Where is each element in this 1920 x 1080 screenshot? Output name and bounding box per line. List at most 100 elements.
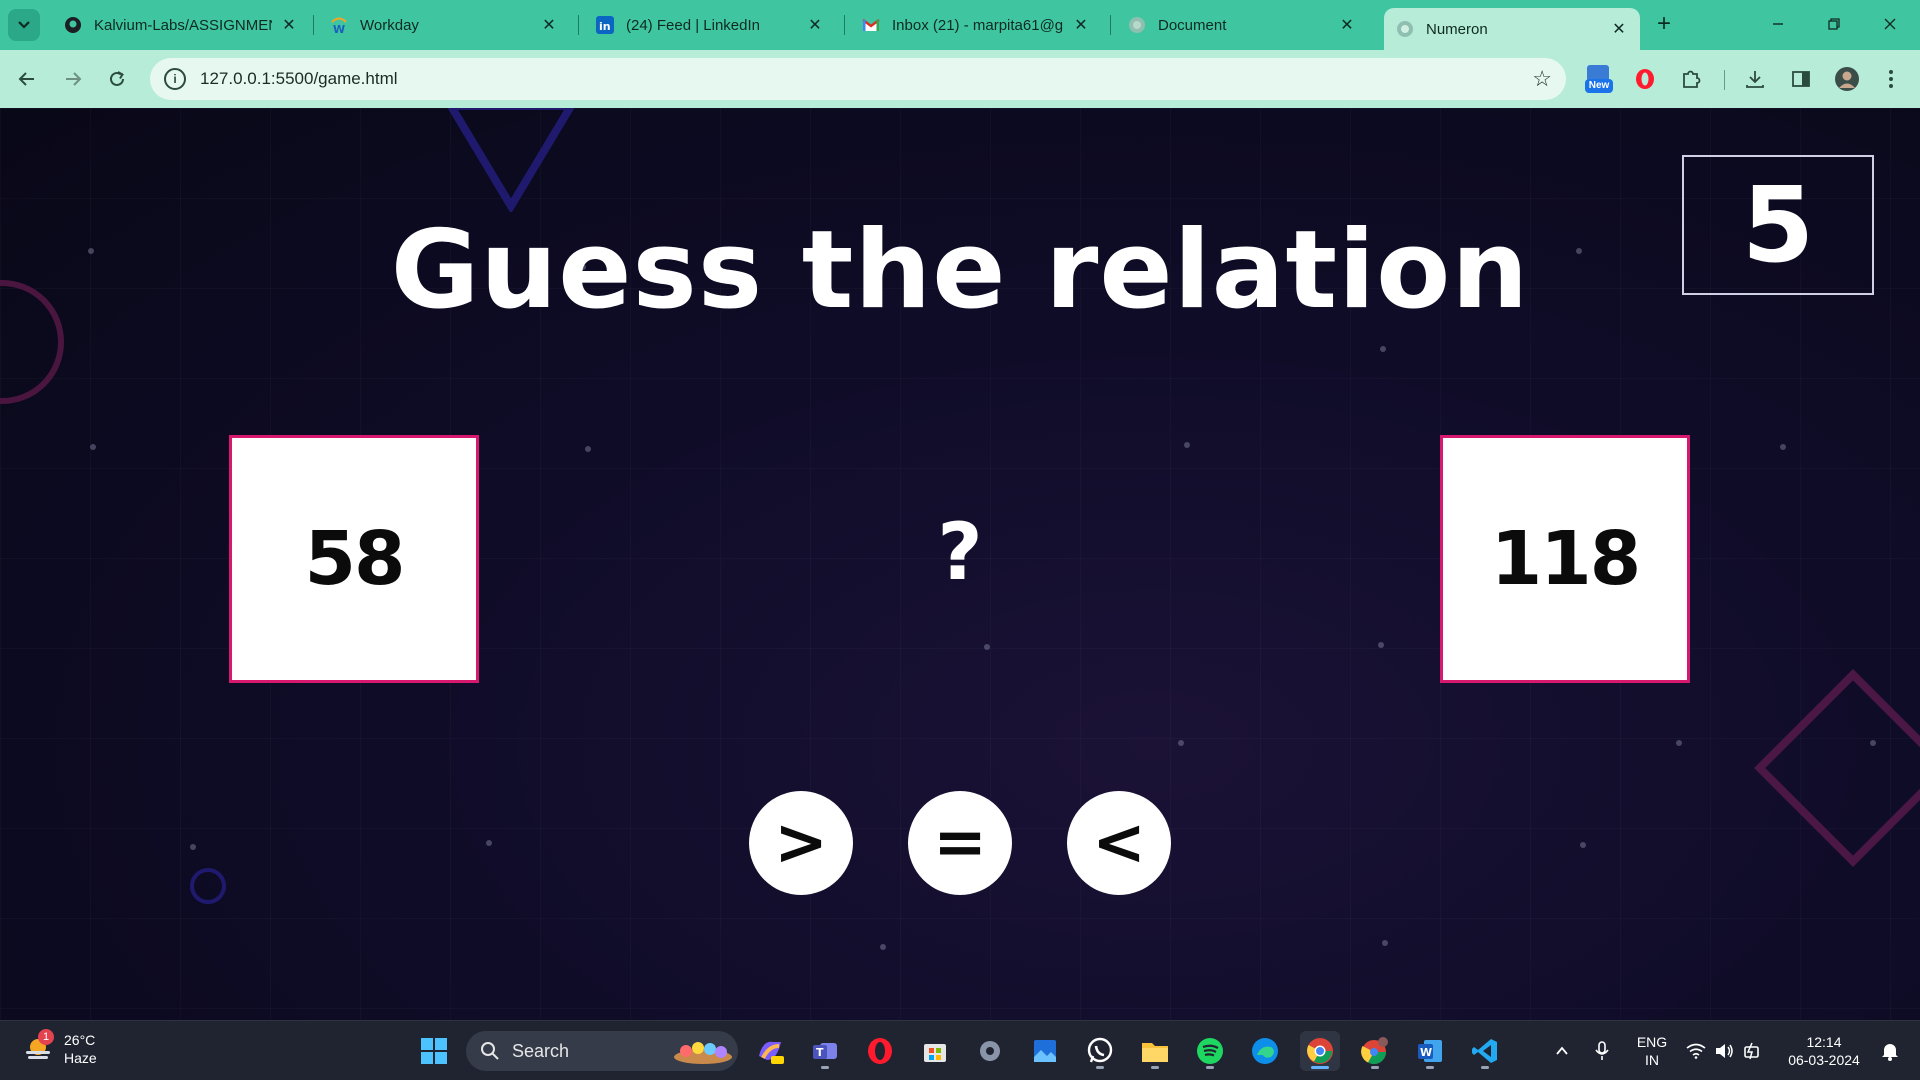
tab-document[interactable]: Document ✕: [1116, 8, 1368, 42]
bookmark-star-icon[interactable]: ☆: [1532, 66, 1552, 92]
taskbar-app-vscode[interactable]: [1465, 1031, 1505, 1071]
tab-linkedin[interactable]: in (24) Feed | LinkedIn ✕: [584, 8, 836, 42]
weather-temperature: 26°C: [64, 1032, 96, 1048]
less-than-button[interactable]: <: [1067, 791, 1171, 895]
profile-button[interactable]: [1830, 62, 1864, 96]
windows-taskbar: 1 26°C Haze Search T W ENG IN 12:14 06-0…: [0, 1020, 1920, 1080]
decorative-triangle: [447, 108, 575, 212]
close-icon[interactable]: ✕: [280, 16, 298, 34]
running-indicator: [1096, 1066, 1104, 1069]
back-button[interactable]: [10, 62, 44, 96]
volume-status[interactable]: [1712, 1039, 1736, 1063]
taskbar-app-whatsapp[interactable]: [1080, 1031, 1120, 1071]
globe-icon: [1396, 20, 1414, 38]
whatsapp-icon: [1087, 1037, 1113, 1063]
equal-button[interactable]: =: [908, 791, 1012, 895]
svg-text:T: T: [816, 1046, 824, 1059]
background-dot: [486, 840, 492, 846]
opera-extension-button[interactable]: [1628, 62, 1662, 96]
battery-status[interactable]: [1740, 1039, 1764, 1063]
taskbar-search[interactable]: Search: [466, 1031, 738, 1071]
tab-numeron[interactable]: Numeron ✕: [1384, 8, 1640, 50]
background-dot: [1580, 842, 1586, 848]
start-button[interactable]: [414, 1031, 454, 1071]
greater-than-button[interactable]: >: [749, 791, 853, 895]
minimize-icon: [1773, 23, 1783, 25]
taskbar-app-settings[interactable]: [970, 1031, 1010, 1071]
toolbar-divider: [1724, 70, 1725, 90]
new-tab-button[interactable]: +: [1650, 10, 1678, 38]
puzzle-icon: [1683, 70, 1701, 88]
chevron-down-icon: [18, 21, 30, 29]
tray-overflow-button[interactable]: [1550, 1039, 1574, 1063]
spotify-icon: [1197, 1038, 1223, 1064]
wifi-icon: [1686, 1043, 1706, 1059]
running-indicator: [1311, 1066, 1329, 1069]
microphone-button[interactable]: [1590, 1039, 1614, 1063]
reload-button[interactable]: [100, 62, 134, 96]
plus-icon: +: [1656, 10, 1671, 37]
language-indicator[interactable]: ENG IN: [1628, 1033, 1676, 1069]
linkedin-icon: in: [596, 16, 614, 34]
weather-widget[interactable]: 1 26°C Haze: [22, 1029, 97, 1067]
notification-button[interactable]: [1878, 1039, 1902, 1063]
close-icon[interactable]: ✕: [540, 16, 558, 34]
clock[interactable]: 12:14 06-03-2024: [1776, 1033, 1872, 1069]
taskbar-app-opera[interactable]: [860, 1031, 900, 1071]
close-icon[interactable]: ✕: [1072, 16, 1090, 34]
wifi-status[interactable]: [1684, 1039, 1708, 1063]
restore-icon: [1828, 18, 1840, 30]
teams-icon: T: [813, 1043, 837, 1059]
extension-badge-label: New: [1588, 80, 1610, 91]
tab-github[interactable]: Kalvium-Labs/ASSIGNMEN ✕: [52, 8, 310, 42]
close-icon[interactable]: ✕: [1338, 16, 1356, 34]
close-window-button[interactable]: [1868, 8, 1912, 40]
reload-icon: [110, 71, 124, 86]
browser-tab-bar: Kalvium-Labs/ASSIGNMEN ✕ W Workday ✕ in …: [0, 0, 1920, 50]
taskbar-app-chrome-profile[interactable]: [1355, 1031, 1395, 1071]
extensions-button[interactable]: [1674, 62, 1708, 96]
background-dot: [90, 444, 96, 450]
tab-separator: [1110, 15, 1111, 35]
taskbar-app-chrome[interactable]: [1300, 1031, 1340, 1071]
taskbar-app-copilot[interactable]: [750, 1031, 790, 1071]
search-icon: [481, 1042, 499, 1060]
site-info-icon[interactable]: i: [164, 68, 186, 90]
taskbar-app-spotify[interactable]: [1190, 1031, 1230, 1071]
browser-menu-button[interactable]: [1874, 62, 1908, 96]
close-icon[interactable]: ✕: [806, 16, 824, 34]
running-indicator: [1481, 1066, 1489, 1069]
restore-button[interactable]: [1812, 8, 1856, 40]
background-dot: [1178, 740, 1184, 746]
side-panel-button[interactable]: [1784, 62, 1818, 96]
windows-logo-icon: [421, 1038, 447, 1064]
weather-haze-icon: 1: [22, 1029, 54, 1065]
vscode-icon: [1472, 1039, 1497, 1063]
globe-icon: [1128, 16, 1146, 34]
taskbar-app-edge[interactable]: [1245, 1031, 1285, 1071]
right-number-box: 118: [1440, 435, 1690, 683]
taskbar-app-teams[interactable]: T: [805, 1031, 845, 1071]
taskbar-app-photos[interactable]: [1025, 1031, 1065, 1071]
downloads-button[interactable]: [1738, 62, 1772, 96]
page-title: Guess the relation: [390, 208, 1530, 333]
kebab-menu-icon: [1889, 70, 1893, 88]
taskbar-app-store[interactable]: [915, 1031, 955, 1071]
taskbar-app-word[interactable]: W: [1410, 1031, 1450, 1071]
background-dot: [984, 644, 990, 650]
forward-button[interactable]: [56, 62, 90, 96]
minimize-button[interactable]: [1756, 8, 1800, 40]
left-number-box: 58: [229, 435, 479, 683]
language-code: ENG: [1636, 1034, 1668, 1050]
extension-new-button[interactable]: New: [1582, 62, 1616, 96]
tab-gmail[interactable]: Inbox (21) - marpita61@g ✕: [850, 8, 1102, 42]
opera-icon: [1636, 69, 1654, 89]
background-dot: [190, 844, 196, 850]
taskbar-app-file-explorer[interactable]: [1135, 1031, 1175, 1071]
tab-search-button[interactable]: [8, 9, 40, 41]
address-bar[interactable]: i 127.0.0.1:5500/game.html ☆: [150, 58, 1566, 100]
close-icon[interactable]: ✕: [1610, 20, 1628, 38]
chrome-icon: [1307, 1038, 1333, 1064]
tab-workday[interactable]: W Workday ✕: [318, 8, 570, 42]
copilot-icon: [759, 1041, 784, 1064]
